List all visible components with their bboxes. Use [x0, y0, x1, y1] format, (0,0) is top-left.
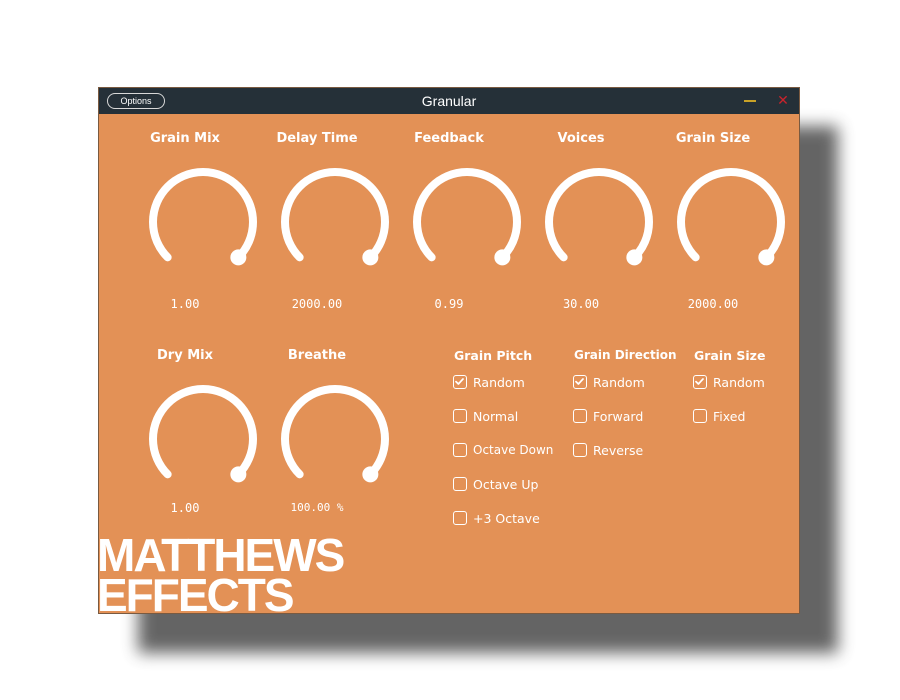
- knob-dial-icon[interactable]: [145, 381, 261, 497]
- knob-feedback[interactable]: Feedback 0.99: [383, 131, 521, 331]
- grain-direction-option[interactable]: Forward: [573, 406, 643, 426]
- checkbox-label: Random: [593, 374, 645, 390]
- knob-track: [281, 168, 389, 262]
- knob-dial-icon[interactable]: [541, 164, 657, 280]
- window-title: Granular: [421, 93, 477, 109]
- knob-label: Grain Mix: [150, 131, 220, 146]
- knob-track: [281, 385, 389, 479]
- grain-size-title: Grain Size: [694, 348, 766, 363]
- check-icon: [455, 378, 464, 385]
- knob-dial-icon[interactable]: [277, 164, 393, 280]
- knob-handle[interactable]: [626, 249, 643, 266]
- grain-direction-title: Grain Direction: [574, 348, 677, 362]
- checkbox-icon[interactable]: [453, 443, 467, 457]
- grain-direction-option[interactable]: Reverse: [573, 440, 643, 460]
- checkbox-label: +3 Octave: [473, 510, 540, 526]
- knob-value: 2000.00: [687, 297, 739, 311]
- knob-handle[interactable]: [230, 249, 247, 266]
- knob-dial-icon[interactable]: [409, 164, 525, 280]
- grain-pitch-option[interactable]: Random: [453, 372, 525, 392]
- knob-value: 1.00: [170, 501, 200, 515]
- knob-label: Dry Mix: [157, 348, 213, 363]
- checkbox-label: Octave Up: [473, 476, 539, 492]
- knob-track: [545, 168, 653, 262]
- checkbox-label: Fixed: [713, 408, 746, 424]
- knob-grain-mix[interactable]: Grain Mix 1.00: [119, 131, 257, 331]
- knob-dial-icon[interactable]: [277, 381, 393, 497]
- knob-value: 2000.00: [291, 297, 343, 311]
- knob-handle[interactable]: [758, 249, 775, 266]
- knob-dial-icon[interactable]: [673, 164, 789, 280]
- knob-dry-mix[interactable]: Dry Mix 1.00: [119, 348, 257, 548]
- grain-pitch-option[interactable]: Octave Up: [453, 474, 538, 494]
- minimize-icon[interactable]: [744, 100, 756, 102]
- checkbox-label: Random: [713, 374, 765, 390]
- grain-size-option[interactable]: Fixed: [693, 406, 745, 426]
- checkbox-icon[interactable]: [693, 375, 707, 389]
- checkbox-icon[interactable]: [453, 477, 467, 491]
- checkbox-icon[interactable]: [573, 443, 587, 457]
- check-icon: [695, 378, 704, 385]
- grain-size-option[interactable]: Random: [693, 372, 765, 392]
- checkbox-icon[interactable]: [693, 409, 707, 423]
- knob-label: Delay Time: [276, 131, 358, 146]
- grain-pitch-option[interactable]: +3 Octave: [453, 508, 540, 528]
- checkbox-icon[interactable]: [453, 511, 467, 525]
- knob-handle[interactable]: [494, 249, 511, 266]
- knob-label: Feedback: [414, 131, 484, 146]
- knob-breathe[interactable]: Breathe 100.00 %: [251, 348, 389, 548]
- knob-label: Grain Size: [675, 131, 751, 146]
- knob-voices[interactable]: Voices 30.00: [515, 131, 653, 331]
- grain-direction-option[interactable]: Random: [573, 372, 645, 392]
- checkbox-icon[interactable]: [453, 375, 467, 389]
- knob-track: [149, 385, 257, 479]
- checkbox-label: Reverse: [593, 442, 644, 458]
- knob-handle[interactable]: [362, 466, 379, 483]
- checkbox-label: Forward: [593, 408, 644, 424]
- knob-value: 1.00: [170, 297, 200, 311]
- knob-handle[interactable]: [230, 466, 247, 483]
- knob-label: Voices: [557, 131, 605, 146]
- knob-track: [677, 168, 785, 262]
- check-icon: [575, 378, 584, 385]
- checkbox-icon[interactable]: [573, 409, 587, 423]
- checkbox-icon[interactable]: [573, 375, 587, 389]
- grain-pitch-option[interactable]: Normal: [453, 406, 518, 426]
- plugin-window: Granular Options ✕ Grain Mix 1.00 Delay …: [98, 87, 800, 614]
- brand-logo-line2: EFFECTS: [98, 569, 295, 614]
- title-bar: Granular Options ✕: [99, 88, 799, 114]
- options-button[interactable]: Options: [107, 93, 165, 109]
- checkbox-label: Random: [473, 374, 525, 390]
- checkbox-label: Normal: [473, 408, 519, 424]
- close-icon[interactable]: ✕: [775, 92, 791, 110]
- grain-pitch-title: Grain Pitch: [454, 348, 533, 363]
- knob-value: 100.00 %: [290, 501, 344, 514]
- checkbox-icon[interactable]: [453, 409, 467, 423]
- checkbox-label: Octave Down: [473, 443, 554, 457]
- knob-track: [149, 168, 257, 262]
- knob-label: Breathe: [287, 348, 347, 363]
- knob-delay-time[interactable]: Delay Time 2000.00: [251, 131, 389, 331]
- grain-pitch-option[interactable]: Octave Down: [453, 440, 553, 460]
- knob-track: [413, 168, 521, 262]
- knob-dial-icon[interactable]: [145, 164, 261, 280]
- knob-value: 30.00: [562, 297, 600, 311]
- knob-handle[interactable]: [362, 249, 379, 266]
- knob-grain-size[interactable]: Grain Size 2000.00: [647, 131, 785, 331]
- knob-value: 0.99: [434, 297, 464, 311]
